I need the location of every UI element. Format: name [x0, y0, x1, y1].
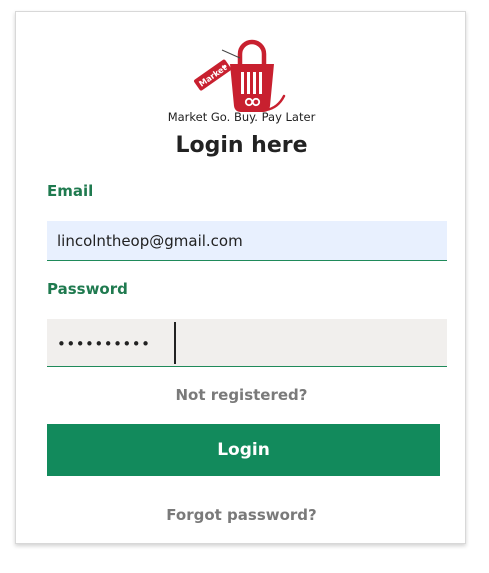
email-label: Email — [47, 182, 94, 200]
email-input[interactable] — [47, 221, 447, 261]
password-masked-value: •••••••••• — [57, 335, 151, 353]
login-card: Market Market Go. Buy. Pay Later Login h… — [15, 11, 466, 544]
page-title: Login here — [175, 133, 308, 158]
not-registered-link[interactable]: Not registered? — [16, 386, 467, 404]
login-button[interactable]: Login — [47, 424, 440, 476]
brand-tagline: Market Go. Buy. Pay Later — [167, 110, 316, 124]
password-label: Password — [47, 280, 128, 298]
text-cursor — [174, 322, 176, 364]
forgot-password-link[interactable]: Forgot password? — [16, 506, 467, 524]
market-logo: Market — [194, 39, 286, 112]
